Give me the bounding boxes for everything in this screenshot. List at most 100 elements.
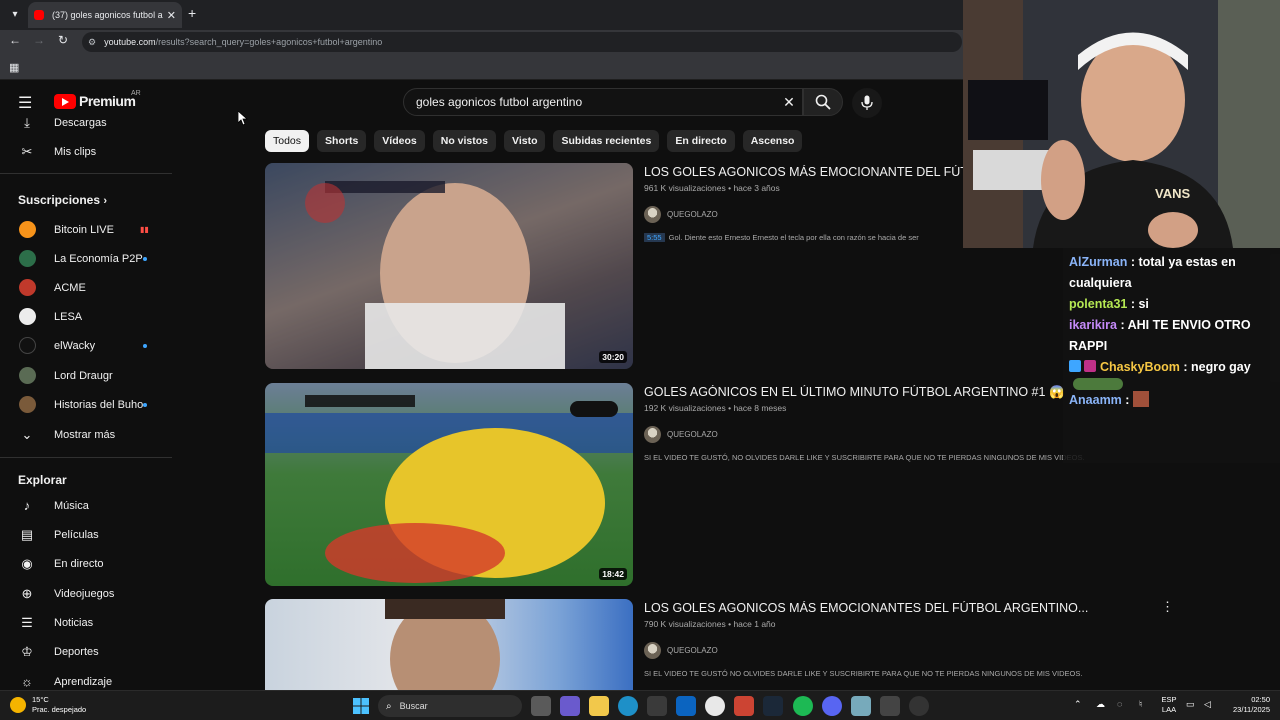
sidebar-item-label: elWacky bbox=[54, 339, 96, 352]
video-thumbnail[interactable] bbox=[265, 599, 633, 690]
tray-mic-icon[interactable]: ♮ bbox=[1139, 699, 1142, 710]
show-more-button[interactable]: ⌄ Mostrar más bbox=[0, 420, 172, 449]
sidebar-item-sports[interactable]: ♔ Deportes bbox=[0, 637, 172, 666]
chevron-down-icon: ⌄ bbox=[21, 426, 33, 442]
apps-grid-icon[interactable]: ▦ bbox=[9, 61, 19, 74]
stream-chat: AlZurman : total ya estas en cualquiera … bbox=[1063, 248, 1280, 463]
search-input[interactable]: goles agonicos futbol argentino ✕ bbox=[403, 88, 803, 116]
chip-videos[interactable]: Vídeos bbox=[374, 130, 425, 152]
discord-icon[interactable] bbox=[822, 696, 842, 716]
chip-recently-uploaded[interactable]: Subidas recientes bbox=[553, 130, 660, 152]
avatar bbox=[19, 396, 36, 413]
app-icon[interactable] bbox=[851, 696, 871, 716]
network-icon[interactable]: ▭ bbox=[1186, 699, 1195, 710]
badge-icon bbox=[1084, 360, 1097, 372]
youtube-premium-logo[interactable]: Premium bbox=[54, 93, 136, 109]
sidebar-item-music[interactable]: ♪ Música bbox=[0, 491, 172, 520]
volume-icon[interactable]: ◁ bbox=[1204, 699, 1211, 710]
channel-link[interactable]: QUEGOLAZO bbox=[644, 642, 718, 659]
sidebar-item-clips[interactable]: ✂ Mis clips bbox=[0, 137, 172, 166]
app-icon[interactable] bbox=[880, 696, 900, 716]
tray-app-icon[interactable]: ☁ bbox=[1096, 699, 1105, 710]
tray-chevron-icon[interactable]: ⌃ bbox=[1074, 699, 1082, 710]
timestamp-badge[interactable]: 5:55 bbox=[644, 233, 665, 242]
thumbnail-image bbox=[385, 599, 505, 690]
tab-search-icon[interactable]: ▾ bbox=[6, 6, 24, 24]
chip-unwatched[interactable]: No vistos bbox=[432, 130, 496, 152]
youtube-play-logo-icon bbox=[54, 93, 76, 109]
channel-name: QUEGOLAZO bbox=[667, 646, 718, 655]
voice-search-button[interactable] bbox=[852, 88, 882, 118]
sidebar-item-label: Descargas bbox=[54, 116, 107, 129]
search-icon: ⌕ bbox=[386, 700, 392, 712]
sidebar-item-live[interactable]: ◉ En directo bbox=[0, 549, 172, 578]
video-title[interactable]: GOLES AGÓNICOS EN EL ÚLTIMO MINUTO FÚTBO… bbox=[644, 385, 1065, 400]
chip-ascenso[interactable]: Ascenso bbox=[742, 130, 803, 152]
video-title[interactable]: LOS GOLES AGONICOS MÁS EMOCIONANTES DEL … bbox=[644, 601, 1088, 615]
chip-all[interactable]: Todos bbox=[265, 130, 310, 152]
sidebar-item-subscription[interactable]: Bitcoin LIVE ▮▮ bbox=[0, 215, 172, 244]
weather-widget[interactable]: 15°C Prac. despejado bbox=[10, 695, 86, 715]
chip-live[interactable]: En directo bbox=[667, 130, 735, 152]
clock[interactable]: 02:50 23/11/2025 bbox=[1222, 695, 1270, 715]
sidebar-item-gaming[interactable]: ⊕ Videojuegos bbox=[0, 579, 172, 608]
search-button[interactable] bbox=[803, 88, 843, 116]
file-explorer-icon[interactable] bbox=[589, 696, 609, 716]
search-value: goles agonicos futbol argentino bbox=[416, 95, 583, 109]
sidebar-item-movies[interactable]: ▤ Películas bbox=[0, 520, 172, 549]
thumbnail-image bbox=[265, 163, 633, 369]
edge-icon[interactable] bbox=[618, 696, 638, 716]
taskbar-search[interactable]: ⌕ Buscar bbox=[378, 695, 522, 717]
video-result[interactable]: LOS GOLES AGONICOS MÁS EMOCIONANTES DEL … bbox=[265, 599, 1215, 690]
more-options-icon[interactable]: ⋮ bbox=[1161, 599, 1174, 615]
gamepad-icon: ⊕ bbox=[21, 585, 33, 601]
sidebar-item-subscription[interactable]: ACME bbox=[0, 273, 172, 302]
new-content-dot bbox=[143, 256, 147, 261]
obs-icon[interactable] bbox=[909, 696, 929, 716]
filter-chips: Todos Shorts Vídeos No vistos Visto Subi… bbox=[265, 130, 803, 154]
url-field[interactable]: ⚙ youtube.com/results?search_query=goles… bbox=[82, 32, 962, 52]
emote-icon bbox=[1132, 391, 1149, 407]
windows-start-icon[interactable] bbox=[351, 696, 371, 716]
spotify-icon[interactable] bbox=[793, 696, 813, 716]
video-thumbnail[interactable]: 30:20 bbox=[265, 163, 633, 369]
tab-close-icon[interactable]: ✕ bbox=[167, 9, 176, 22]
video-thumbnail[interactable]: 18:42 bbox=[265, 383, 633, 586]
back-arrow-icon[interactable]: ← bbox=[6, 33, 24, 47]
new-tab-icon[interactable]: + bbox=[188, 5, 196, 21]
sidebar-item-learning[interactable]: ☼ Aprendizaje bbox=[0, 667, 172, 690]
menu-hamburger-icon[interactable]: ☰ bbox=[18, 93, 32, 113]
task-view-icon[interactable] bbox=[531, 696, 551, 716]
browser-tab-active[interactable]: (37) goles agonicos futbol arge ✕ bbox=[28, 2, 182, 28]
sidebar-item-subscription[interactable]: elWacky bbox=[0, 331, 172, 360]
sidebar-item-label: Lord Draugr bbox=[54, 369, 113, 382]
forward-arrow-icon[interactable]: → bbox=[30, 33, 48, 47]
channel-avatar bbox=[644, 206, 661, 223]
channel-link[interactable]: QUEGOLAZO bbox=[644, 206, 718, 223]
sidebar-item-label: Videojuegos bbox=[54, 587, 115, 600]
language-indicator[interactable]: ESP LAA bbox=[1158, 695, 1180, 715]
sidebar-item-subscription[interactable]: La Economía P2P bbox=[0, 244, 172, 273]
sidebar-item-subscription[interactable]: Historias del Buho bbox=[0, 390, 172, 419]
sidebar-item-subscription[interactable]: Lord Draugr bbox=[0, 361, 172, 390]
subscriptions-header[interactable]: Suscripciones › bbox=[18, 193, 107, 207]
sidebar-item-downloads[interactable]: ⤓ Descargas bbox=[0, 115, 172, 137]
new-content-dot bbox=[143, 402, 147, 407]
store-icon[interactable] bbox=[647, 696, 667, 716]
sidebar-item-news[interactable]: ☰ Noticias bbox=[0, 608, 172, 637]
app-icon[interactable] bbox=[734, 696, 754, 716]
sidebar-item-subscription[interactable]: LESA bbox=[0, 302, 172, 331]
site-info-icon[interactable]: ⚙ bbox=[88, 37, 96, 48]
tray-app-icon[interactable]: ◌ bbox=[1117, 699, 1122, 709]
reload-icon[interactable]: ↻ bbox=[54, 33, 72, 47]
chrome-icon[interactable] bbox=[705, 696, 725, 716]
video-snippet: 5:55 Gol. Diente esto Ernesto Ernesto el … bbox=[644, 233, 964, 242]
outlook-icon[interactable] bbox=[676, 696, 696, 716]
steam-icon[interactable] bbox=[763, 696, 783, 716]
copilot-icon[interactable] bbox=[560, 696, 580, 716]
clear-search-icon[interactable]: ✕ bbox=[776, 94, 802, 111]
channel-link[interactable]: QUEGOLAZO bbox=[644, 426, 718, 443]
chip-shorts[interactable]: Shorts bbox=[317, 130, 367, 152]
video-title[interactable]: LOS GOLES AGONICOS MÁS EMOCIONANTE DEL F… bbox=[644, 165, 964, 179]
chip-watched[interactable]: Visto bbox=[504, 130, 546, 152]
